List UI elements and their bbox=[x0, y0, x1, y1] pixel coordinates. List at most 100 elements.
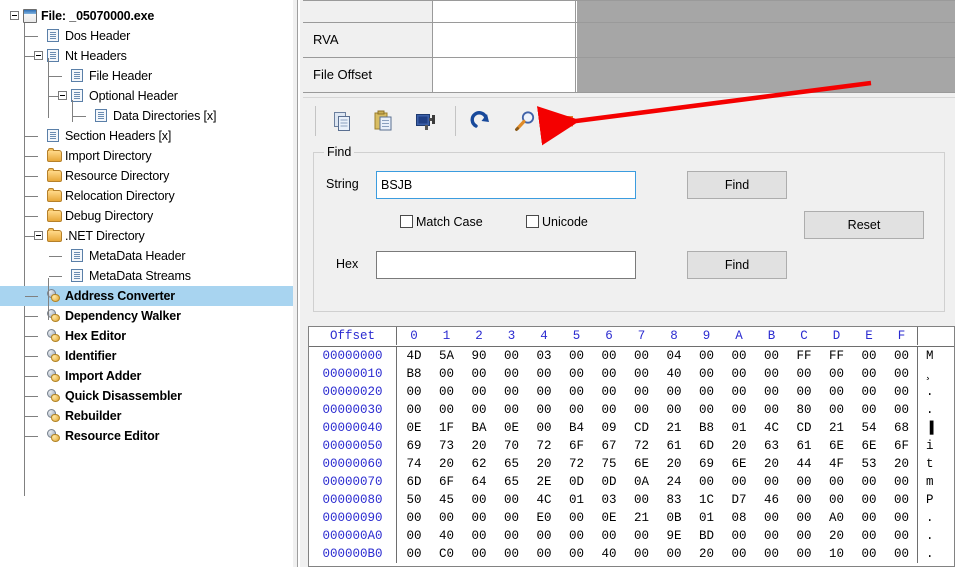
hex-byte[interactable]: 00 bbox=[631, 365, 653, 383]
hex-byte[interactable]: 0E bbox=[403, 419, 425, 437]
hex-byte[interactable]: 21 bbox=[826, 419, 848, 437]
hex-byte[interactable]: 00 bbox=[793, 383, 815, 401]
hex-byte[interactable]: FF bbox=[826, 347, 848, 365]
hex-byte[interactable]: 00 bbox=[663, 545, 685, 563]
hex-byte[interactable]: 00 bbox=[761, 509, 783, 527]
hex-byte[interactable]: 6D bbox=[403, 473, 425, 491]
hex-byte[interactable]: 6F bbox=[566, 437, 588, 455]
hex-row[interactable]: 00000070 6D 6F 64 65 2E 0D 0D 0A 24 00 00 00 00 00 00 00… bbox=[309, 473, 954, 491]
hex-byte[interactable]: 1C bbox=[696, 491, 718, 509]
tree-item-metadata-header[interactable]: MetaData Header bbox=[0, 246, 293, 266]
copy-icon[interactable] bbox=[330, 108, 356, 134]
hex-byte[interactable]: 08 bbox=[728, 509, 750, 527]
hex-byte[interactable]: 00 bbox=[826, 383, 848, 401]
hex-byte[interactable]: 6F bbox=[436, 473, 458, 491]
hex-byte[interactable]: 00 bbox=[566, 527, 588, 545]
hex-byte[interactable]: CD bbox=[793, 419, 815, 437]
hex-byte[interactable]: 40 bbox=[436, 527, 458, 545]
hex-byte[interactable]: 00 bbox=[631, 383, 653, 401]
hex-byte[interactable]: 67 bbox=[598, 437, 620, 455]
hex-byte[interactable]: 00 bbox=[468, 545, 490, 563]
hex-byte[interactable]: 61 bbox=[793, 437, 815, 455]
hex-byte[interactable]: B8 bbox=[696, 419, 718, 437]
paste-icon[interactable] bbox=[371, 108, 397, 134]
hex-byte[interactable]: 00 bbox=[468, 401, 490, 419]
hex-byte[interactable]: 00 bbox=[598, 527, 620, 545]
hex-byte[interactable]: 24 bbox=[663, 473, 685, 491]
tree-item-quick-disassembler[interactable]: Quick Disassembler bbox=[0, 386, 293, 406]
hex-byte[interactable]: 00 bbox=[566, 401, 588, 419]
hex-byte[interactable]: 72 bbox=[631, 437, 653, 455]
hex-byte[interactable]: 00 bbox=[533, 545, 555, 563]
grid-row-rva[interactable]: RVA bbox=[303, 23, 955, 58]
hex-row[interactable]: 00000060 74 20 62 65 20 72 75 6E 20 69 6E 20 44 4F 53 20… bbox=[309, 455, 954, 473]
hex-viewer[interactable]: Offset 0123456789ABCDEF 00000000 4D 5A 90 00… bbox=[308, 326, 955, 567]
hex-byte[interactable]: 00 bbox=[858, 491, 880, 509]
grid-value-rva[interactable] bbox=[434, 23, 576, 57]
list-icon[interactable] bbox=[553, 108, 579, 134]
hex-byte[interactable]: 20 bbox=[663, 455, 685, 473]
hex-byte[interactable]: 00 bbox=[891, 509, 913, 527]
hex-byte[interactable]: 00 bbox=[598, 347, 620, 365]
tree-expander-minus-icon[interactable] bbox=[34, 51, 43, 60]
hex-byte[interactable]: 00 bbox=[631, 347, 653, 365]
hex-byte[interactable]: 00 bbox=[728, 365, 750, 383]
tree-item-dos-header[interactable]: Dos Header bbox=[0, 26, 293, 46]
hex-byte[interactable]: 1F bbox=[436, 419, 458, 437]
tree-item-hex-editor[interactable]: Hex Editor bbox=[0, 326, 293, 346]
hex-byte[interactable]: 00 bbox=[761, 527, 783, 545]
hex-byte[interactable]: 00 bbox=[403, 545, 425, 563]
hex-byte[interactable]: 09 bbox=[598, 419, 620, 437]
hex-row[interactable]: 00000010 B8 00 00 00 00 00 00 00 40 00 00 00 00 00 00 00… bbox=[309, 365, 954, 383]
hex-byte[interactable]: 40 bbox=[598, 545, 620, 563]
hex-byte[interactable]: 00 bbox=[501, 365, 523, 383]
hex-byte[interactable]: 21 bbox=[663, 419, 685, 437]
hex-byte[interactable]: 00 bbox=[468, 383, 490, 401]
hex-byte[interactable]: 4F bbox=[826, 455, 848, 473]
hex-byte[interactable]: 00 bbox=[728, 383, 750, 401]
hex-byte[interactable]: 00 bbox=[631, 401, 653, 419]
hex-byte[interactable]: B8 bbox=[403, 365, 425, 383]
hex-byte[interactable]: 03 bbox=[598, 491, 620, 509]
hex-byte[interactable]: 00 bbox=[436, 365, 458, 383]
hex-byte[interactable]: 0B bbox=[663, 509, 685, 527]
hex-byte[interactable]: 61 bbox=[663, 437, 685, 455]
hex-byte[interactable]: 64 bbox=[468, 473, 490, 491]
hex-byte[interactable]: 40 bbox=[663, 365, 685, 383]
hex-byte[interactable]: 4C bbox=[761, 419, 783, 437]
hex-byte[interactable]: 69 bbox=[696, 455, 718, 473]
hex-byte[interactable]: 00 bbox=[761, 347, 783, 365]
hex-byte[interactable]: 62 bbox=[468, 455, 490, 473]
hex-byte[interactable]: 00 bbox=[436, 383, 458, 401]
hex-byte[interactable]: 00 bbox=[793, 527, 815, 545]
hex-byte[interactable]: 00 bbox=[566, 545, 588, 563]
hex-byte[interactable]: 00 bbox=[891, 347, 913, 365]
hex-byte[interactable]: 00 bbox=[631, 527, 653, 545]
hex-byte[interactable]: 00 bbox=[793, 473, 815, 491]
hex-byte[interactable]: B4 bbox=[566, 419, 588, 437]
address-converter-grid[interactable]: RVA File Offset bbox=[303, 0, 955, 93]
hex-byte[interactable]: E0 bbox=[533, 509, 555, 527]
hex-byte[interactable]: 00 bbox=[631, 491, 653, 509]
hex-byte[interactable]: 01 bbox=[566, 491, 588, 509]
hex-byte[interactable]: 03 bbox=[533, 347, 555, 365]
hex-byte[interactable]: 00 bbox=[761, 473, 783, 491]
tree-item-nt-headers[interactable]: Nt Headers bbox=[0, 46, 293, 66]
hex-byte[interactable]: 00 bbox=[566, 383, 588, 401]
hex-byte[interactable]: 00 bbox=[663, 383, 685, 401]
tree-expander-minus-icon[interactable] bbox=[58, 91, 67, 100]
hex-byte[interactable]: 00 bbox=[826, 473, 848, 491]
hex-byte[interactable]: 00 bbox=[858, 527, 880, 545]
tree-item-optional-header[interactable]: Optional Header bbox=[0, 86, 293, 106]
hex-row[interactable]: 00000020 00 00 00 00 00 00 00 00 00 00 00 00 00 00 00 00… bbox=[309, 383, 954, 401]
hex-byte[interactable]: 00 bbox=[696, 347, 718, 365]
hex-row[interactable]: 00000050 69 73 20 70 72 6F 67 72 61 6D 20 63 61 6E 6E 6F… bbox=[309, 437, 954, 455]
hex-byte[interactable]: 00 bbox=[598, 401, 620, 419]
hex-row[interactable]: 00000090 00 00 00 00 E0 00 0E 21 0B 01 08 00 00 A0 00 00… bbox=[309, 509, 954, 527]
hex-byte[interactable]: 00 bbox=[891, 491, 913, 509]
tree-item-net-directory[interactable]: .NET Directory bbox=[0, 226, 293, 246]
hex-byte[interactable]: 9E bbox=[663, 527, 685, 545]
unicode-checkbox[interactable]: Unicode bbox=[526, 215, 588, 229]
hex-byte[interactable]: 80 bbox=[793, 401, 815, 419]
hex-byte[interactable]: 00 bbox=[793, 365, 815, 383]
